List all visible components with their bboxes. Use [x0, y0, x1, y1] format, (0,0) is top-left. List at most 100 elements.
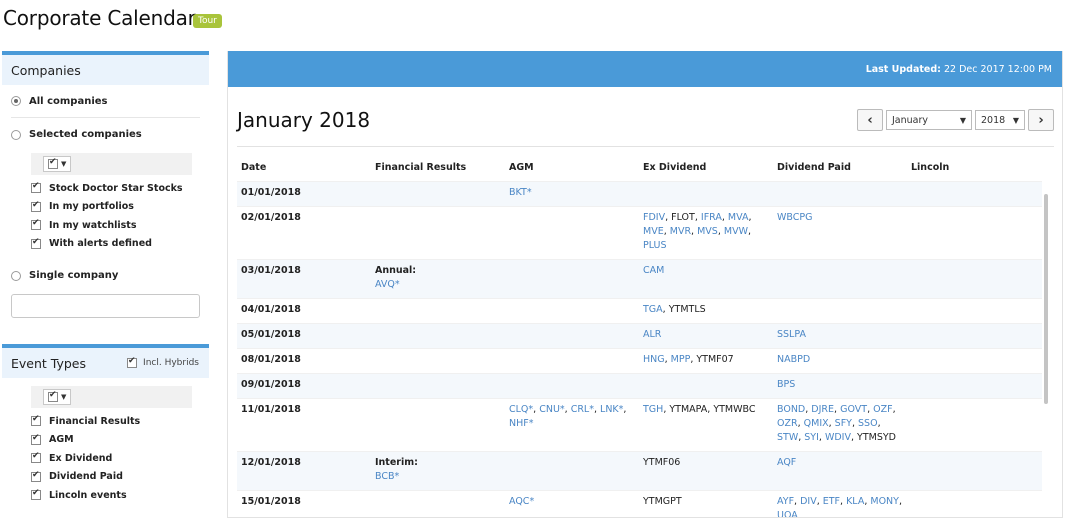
ticker-link[interactable]: WDIV — [825, 432, 851, 443]
caret-down-icon: ▼ — [1012, 115, 1019, 125]
ticker-link[interactable]: CNU* — [539, 404, 564, 415]
incl-hybrids-checkbox[interactable]: Incl. Hybrids — [127, 356, 199, 368]
ticker-link[interactable]: AQC* — [509, 496, 534, 507]
company-option-star-stocks[interactable]: Stock Doctor Star Stocks — [11, 179, 200, 198]
ticker-link[interactable]: AQF — [777, 457, 796, 468]
ticker-link[interactable]: LNK* — [600, 404, 623, 415]
last-updated-value: 22 Dec 2017 12:00 PM — [943, 63, 1052, 75]
ticker-link[interactable]: PLUS — [643, 240, 667, 251]
table-row: 08/01/2018 HNG, MPP, YTMF07 NABPD — [237, 348, 1042, 373]
company-option-alerts[interactable]: With alerts defined — [11, 235, 200, 254]
ticker-link[interactable]: KLA — [846, 496, 864, 507]
ticker-link[interactable]: OZF — [873, 404, 892, 415]
company-option-watchlists[interactable]: In my watchlists — [11, 216, 200, 235]
cell-dividend-paid: NABPD — [773, 348, 907, 373]
tour-badge[interactable]: Tour — [193, 14, 222, 28]
ticker-link[interactable]: SFY — [835, 418, 852, 429]
ticker-link[interactable]: MVR — [670, 226, 691, 237]
cell-financial-results — [371, 181, 505, 206]
ticker-link[interactable]: ALR — [643, 329, 661, 340]
companies-bulk-select-button[interactable]: ▼ — [43, 156, 72, 172]
single-company-input[interactable] — [11, 294, 200, 318]
table-header-row: Date Financial Results AGM Ex Dividend D… — [237, 155, 1042, 181]
cell-dividend-paid — [773, 259, 907, 298]
ticker-link[interactable]: FDIV — [643, 212, 665, 223]
year-select[interactable]: 2018 ▼ — [975, 110, 1025, 130]
column-header-financial-results: Financial Results — [375, 162, 467, 174]
ticker-link[interactable]: MPP — [671, 354, 691, 365]
ticker-text: YTMAPA — [669, 403, 708, 415]
ticker-link[interactable]: IFRA — [701, 212, 722, 223]
ticker-link[interactable]: MONY — [870, 496, 899, 507]
checkbox-icon — [48, 157, 58, 169]
ticker-link[interactable]: MVS — [697, 226, 718, 237]
ticker-link[interactable]: TGH — [643, 404, 663, 415]
sidebar: Companies All companies Selected compani… — [2, 51, 209, 505]
cell-date: 04/01/2018 — [241, 303, 301, 315]
ticker-link[interactable]: WBCPG — [777, 212, 812, 223]
ticker-link[interactable]: DJRE — [811, 404, 834, 415]
ticker-link[interactable]: GOVT — [840, 404, 867, 415]
ticker-text: YTMF07 — [696, 353, 734, 365]
all-companies-radio[interactable]: All companies — [11, 85, 200, 118]
column-header-lincoln: Lincoln — [911, 162, 950, 174]
ticker-link[interactable]: BCB* — [375, 471, 399, 482]
ticker-link[interactable]: BPS — [777, 379, 795, 390]
single-company-radio[interactable]: Single company — [11, 259, 200, 292]
ticker-link[interactable]: TGA — [643, 304, 663, 315]
ticker-link[interactable]: BOND — [777, 404, 805, 415]
table-row: 03/01/2018 Annual: AVQ* CAM — [237, 259, 1042, 298]
ticker-link[interactable]: MVW — [724, 226, 748, 237]
cell-date: 09/01/2018 — [241, 378, 301, 390]
ticker-link[interactable]: MVE — [643, 226, 664, 237]
prev-month-button[interactable]: ‹ — [857, 109, 883, 131]
cell-financial-results: Interim: BCB* — [371, 451, 505, 490]
ticker-link[interactable]: CLQ* — [509, 404, 533, 415]
cell-dividend-paid — [773, 298, 907, 323]
selected-companies-radio[interactable]: Selected companies — [11, 118, 200, 151]
ticker-link[interactable]: SSO — [858, 418, 878, 429]
ticker-link[interactable]: ETF — [823, 496, 840, 507]
ticker-link[interactable]: SYI — [804, 432, 819, 443]
page-title: Corporate Calendar — [3, 6, 196, 30]
ticker-link[interactable]: AYF — [777, 496, 794, 507]
checkbox-icon — [31, 433, 41, 445]
ticker-link[interactable]: OZR — [777, 418, 798, 429]
table-row: 15/01/2018 AQC* YTMGPT AYF, DIV, ETF, KLA, … — [237, 490, 1042, 518]
event-option-lincoln[interactable]: Lincoln events — [11, 486, 200, 505]
ticker-link[interactable]: DIV — [800, 496, 817, 507]
calendar-table: Date Financial Results AGM Ex Dividend D… — [237, 155, 1042, 518]
ticker-link[interactable]: MVA — [728, 212, 749, 223]
next-month-button[interactable]: › — [1028, 109, 1054, 131]
event-option-dividend-paid[interactable]: Dividend Paid — [11, 468, 200, 487]
ticker-list: AVQ* — [375, 278, 501, 292]
ticker-link[interactable]: CRL* — [571, 404, 594, 415]
column-header-dividend-paid: Dividend Paid — [777, 162, 851, 174]
event-option-agm[interactable]: AGM — [11, 431, 200, 450]
cell-ex-dividend: HNG, MPP, YTMF07 — [643, 353, 734, 365]
cell-dividend-paid: AQF — [773, 451, 907, 490]
event-option-financial-results[interactable]: Financial Results — [11, 412, 200, 431]
cell-lincoln — [907, 348, 1042, 373]
ticker-link[interactable]: STW — [777, 432, 798, 443]
month-select[interactable]: January ▼ — [886, 110, 972, 130]
ticker-link[interactable]: AVQ* — [375, 279, 400, 290]
events-bulk-select-button[interactable]: ▼ — [43, 389, 72, 405]
ticker-link[interactable]: SSLPA — [777, 329, 806, 340]
ticker-link[interactable]: NHF* — [509, 418, 533, 429]
divider — [237, 146, 1054, 147]
ticker-link[interactable]: CAM — [643, 265, 664, 276]
column-header-ex-dividend: Ex Dividend — [643, 162, 707, 174]
ticker-link[interactable]: HNG — [643, 354, 665, 365]
company-option-portfolios[interactable]: In my portfolios — [11, 198, 200, 217]
ticker-link[interactable]: QMIX — [804, 418, 829, 429]
single-company-label: Single company — [29, 270, 119, 281]
scrollbar-thumb[interactable] — [1044, 194, 1048, 404]
ticker-link[interactable]: UOA — [777, 510, 798, 518]
event-option-ex-dividend[interactable]: Ex Dividend — [11, 449, 200, 468]
checkbox-icon — [31, 200, 41, 212]
ticker-link[interactable]: NABPD — [777, 354, 810, 365]
caret-down-icon: ▼ — [61, 393, 67, 401]
option-label: In my watchlists — [49, 219, 137, 231]
ticker-link[interactable]: BKT* — [509, 187, 532, 198]
